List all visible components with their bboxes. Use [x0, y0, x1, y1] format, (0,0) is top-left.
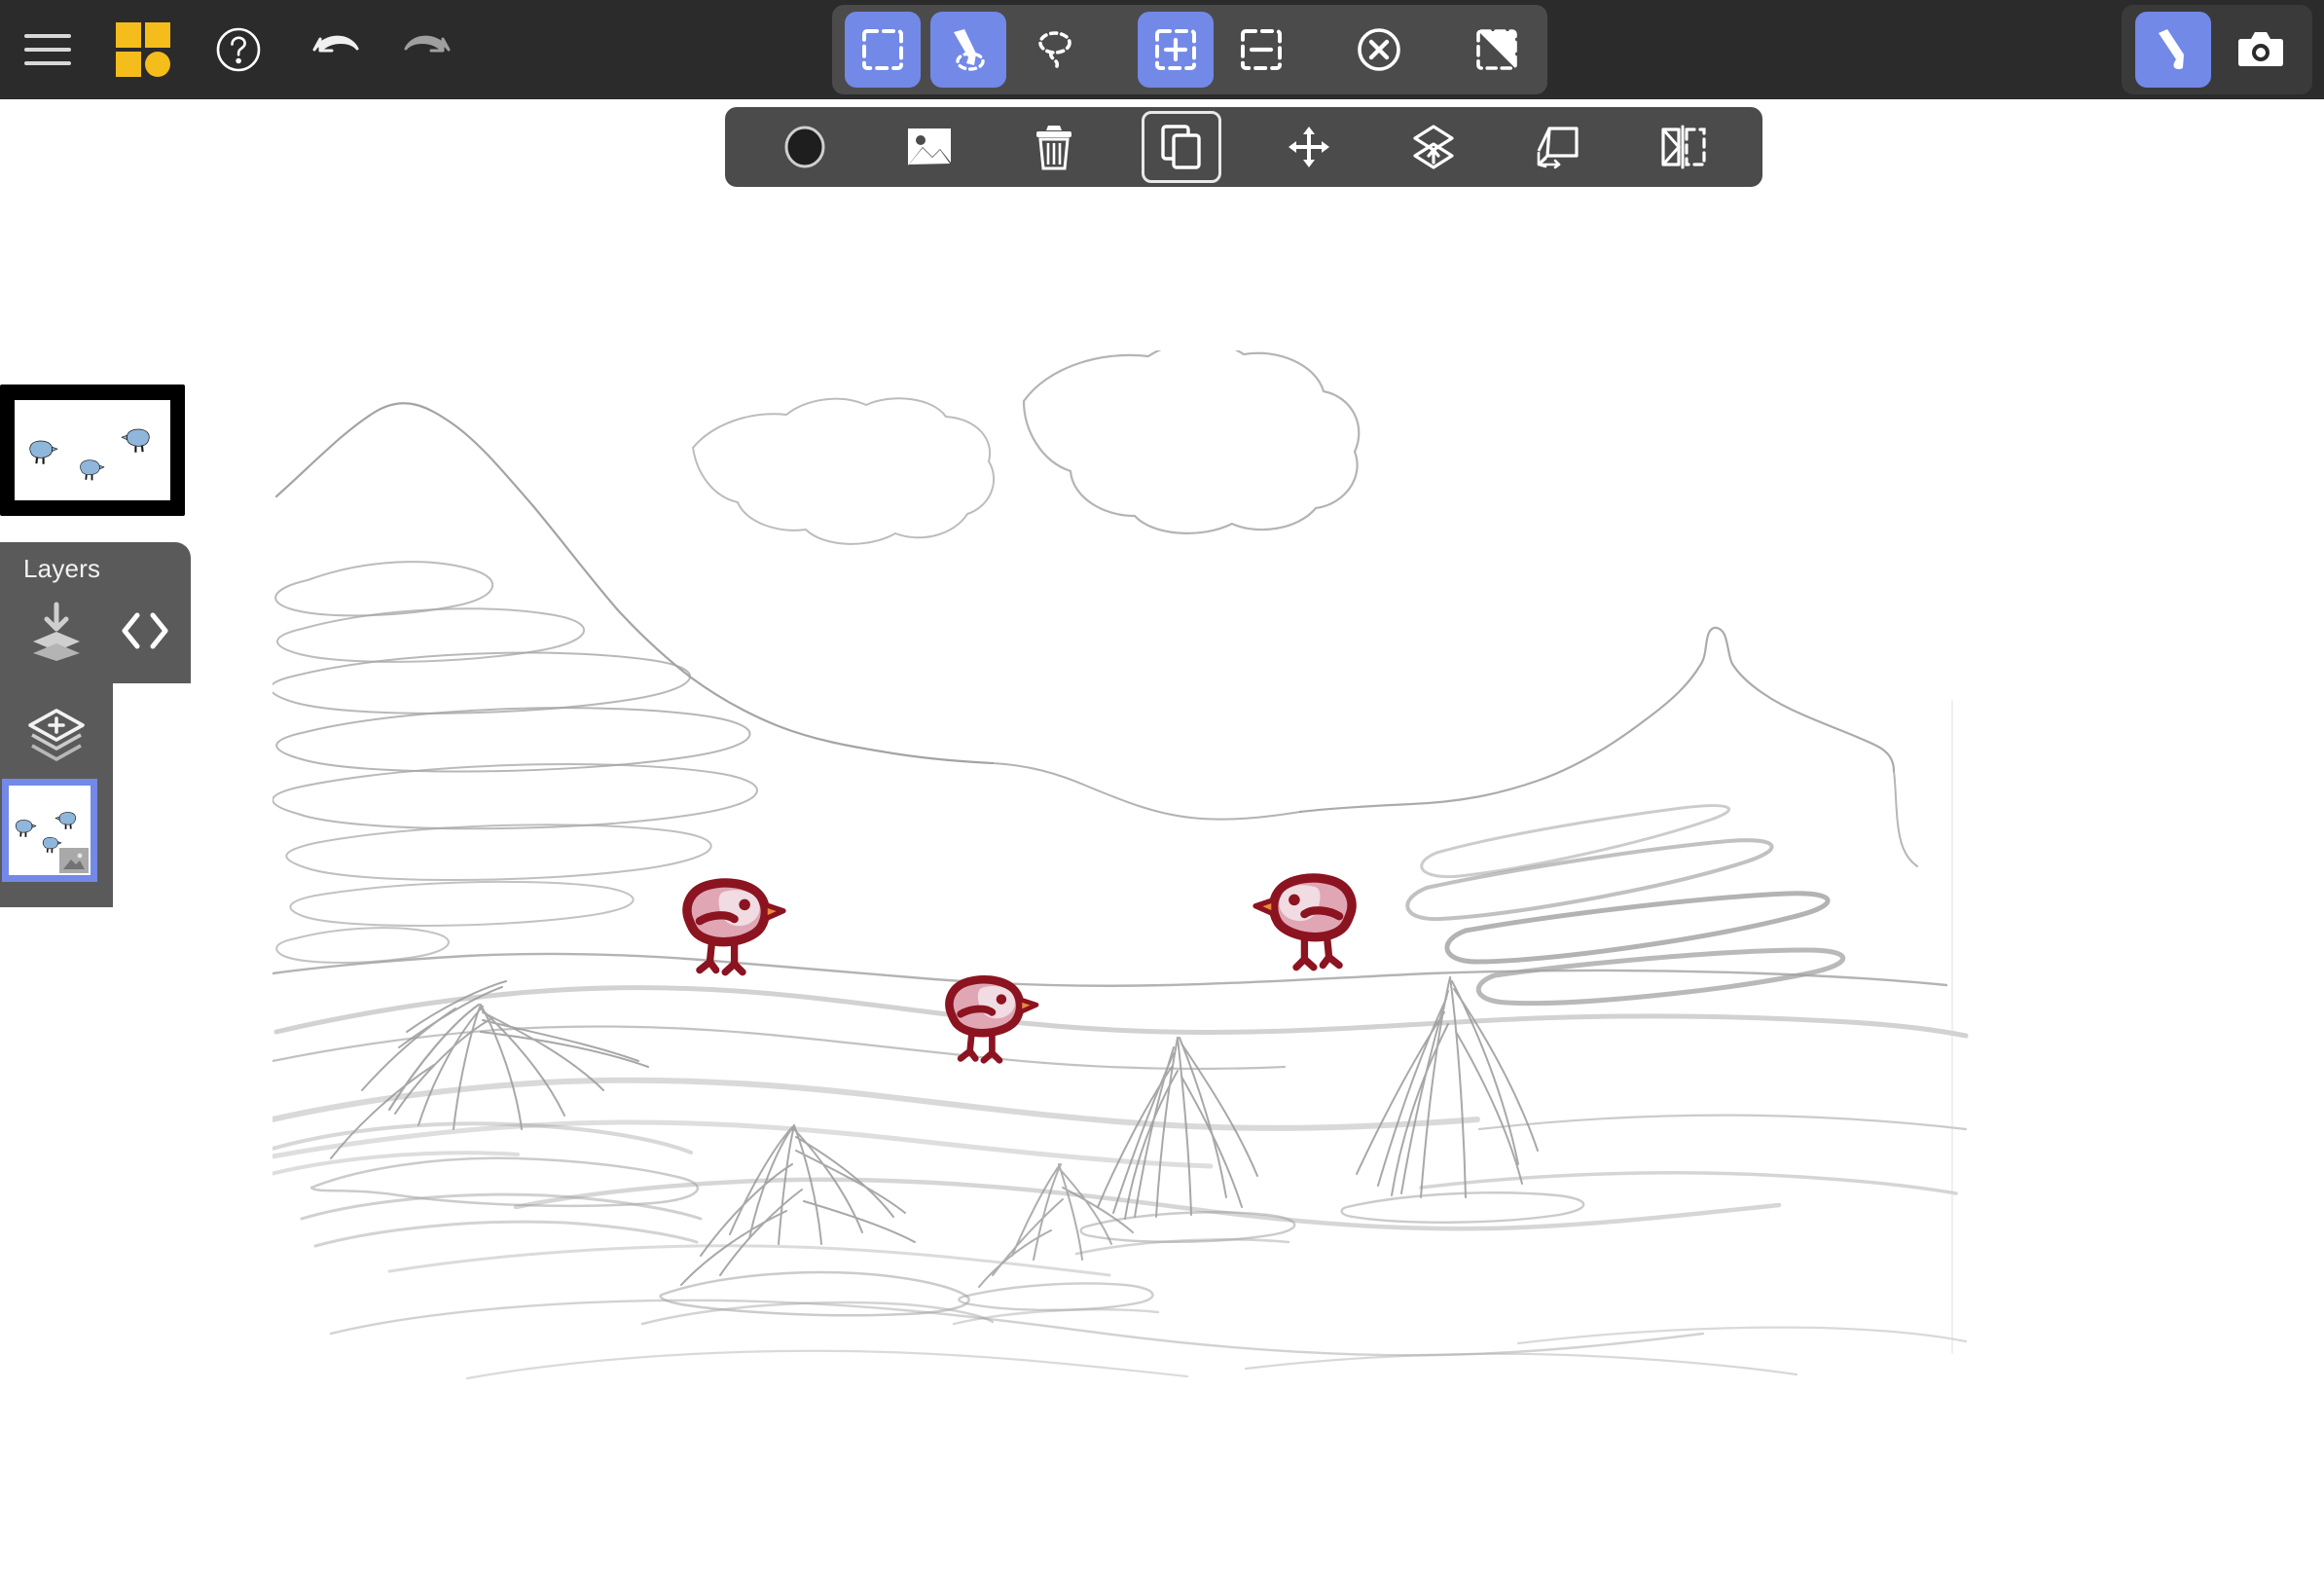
selection-tool-group	[832, 5, 1547, 94]
brush-select-icon	[954, 29, 985, 71]
delete-button[interactable]	[1017, 114, 1091, 180]
add-layer-icon	[28, 709, 85, 761]
add-to-selection-icon	[1155, 29, 1196, 70]
layer-item-1[interactable]	[2, 779, 97, 882]
layer-thumbnail	[9, 786, 91, 875]
paint-brush-tool[interactable]	[2135, 12, 2211, 88]
move-icon	[1289, 127, 1329, 167]
merge-down-button[interactable]	[21, 597, 91, 667]
lasso-select-icon	[1038, 31, 1071, 68]
add-to-selection-tool[interactable]	[1138, 12, 1214, 88]
rectangle-select-icon	[862, 29, 903, 70]
layer-image-badge	[59, 848, 89, 873]
rectangle-select-tool[interactable]	[845, 12, 921, 88]
artwork-pencil-sketch	[272, 350, 1969, 1380]
redo-button[interactable]	[381, 0, 477, 99]
paint-brush-icon	[2159, 29, 2184, 70]
topbar-left-group	[0, 0, 477, 99]
brush-select-tool[interactable]	[930, 12, 1006, 88]
camera-icon	[2238, 32, 2283, 66]
invert-selection-icon	[1476, 29, 1517, 70]
fill-color-icon	[784, 126, 825, 168]
top-toolbar	[0, 0, 2324, 99]
flip-horizontal-button[interactable]	[1646, 114, 1720, 180]
drawing-app-window: Layers	[0, 0, 2324, 1575]
expand-panel-button[interactable]	[115, 599, 175, 663]
menu-button[interactable]	[0, 0, 95, 99]
merge-layers-icon	[1413, 125, 1454, 169]
lasso-select-tool[interactable]	[1016, 12, 1092, 88]
bird-center	[949, 979, 1036, 1060]
subtract-from-selection-icon	[1241, 29, 1282, 70]
undo-icon	[312, 35, 359, 53]
action-toolbar	[725, 107, 1762, 187]
logo-grid-icon	[116, 22, 170, 77]
copy-icon	[1161, 125, 1201, 169]
flip-horizontal-icon	[1661, 125, 1706, 169]
hamburger-icon	[24, 34, 71, 65]
clear-selection-tool[interactable]	[1341, 12, 1417, 88]
bird-right	[1255, 878, 1352, 968]
perspective-transform-icon	[1537, 127, 1579, 169]
image-badge-icon	[63, 852, 85, 869]
move-button[interactable]	[1272, 114, 1346, 180]
copy-button[interactable]	[1142, 111, 1221, 183]
insert-image-button[interactable]	[892, 114, 966, 180]
redo-icon	[404, 35, 451, 53]
layers-panel-title: Layers	[23, 554, 101, 583]
merge-down-icon	[33, 602, 80, 661]
drawing-canvas[interactable]	[272, 350, 2053, 1450]
perspective-transform-button[interactable]	[1521, 114, 1595, 180]
right-tool-group	[2122, 5, 2312, 94]
help-button[interactable]	[191, 0, 286, 99]
clear-selection-icon	[1358, 28, 1400, 71]
camera-tool[interactable]	[2223, 12, 2299, 88]
merge-layers-button[interactable]	[1397, 114, 1471, 180]
trash-icon	[1036, 126, 1071, 170]
navigator-thumbnail[interactable]	[0, 385, 185, 516]
image-icon	[908, 128, 951, 165]
undo-button[interactable]	[286, 0, 381, 99]
chevron-left-right-icon	[122, 612, 168, 649]
navigator-preview	[15, 400, 170, 500]
app-logo[interactable]	[95, 0, 191, 99]
navigator-birds	[29, 428, 150, 481]
fill-color-button[interactable]	[768, 114, 842, 180]
invert-selection-tool[interactable]	[1459, 12, 1535, 88]
add-layer-button[interactable]	[19, 704, 93, 774]
subtract-from-selection-tool[interactable]	[1223, 12, 1299, 88]
help-icon	[216, 27, 261, 72]
